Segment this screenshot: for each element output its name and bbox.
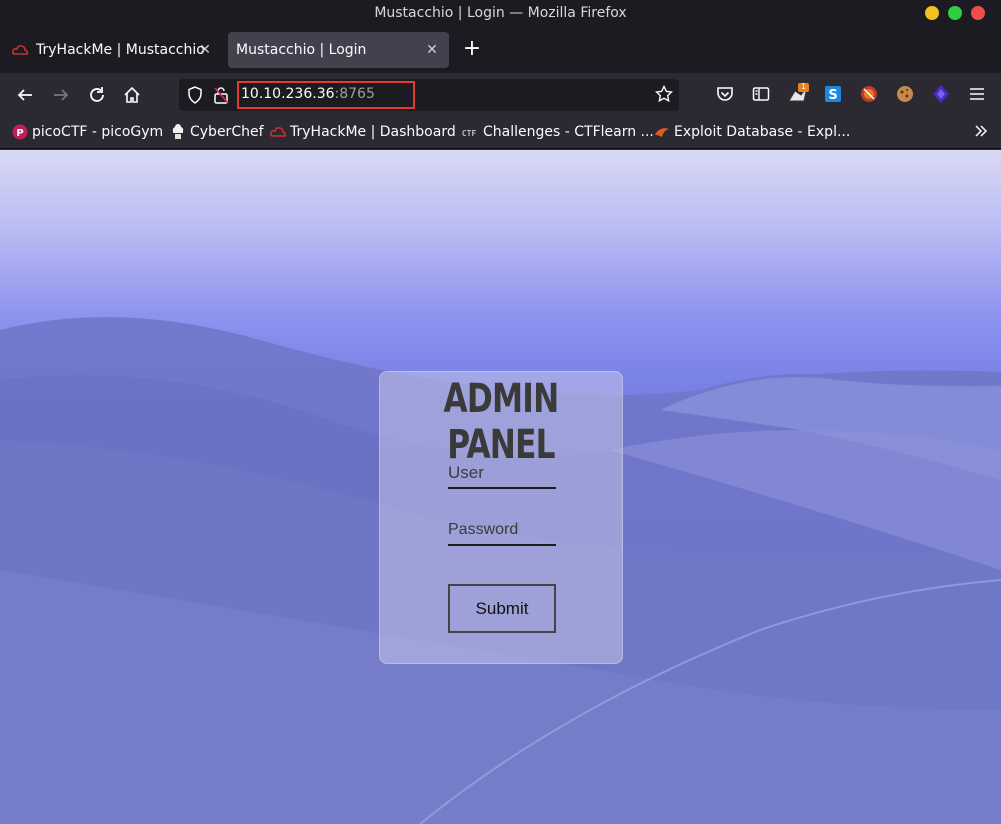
window-controls <box>925 6 985 20</box>
wappalyzer-icon[interactable] <box>930 83 952 105</box>
bookmarks-toolbar: P picoCTF - picoGym CyberChef TryHackMe … <box>0 117 1001 149</box>
bookmark-picoctf[interactable]: P picoCTF - picoGym <box>12 124 163 140</box>
bookmark-star-icon[interactable] <box>654 84 674 107</box>
picoctf-icon: P <box>12 124 28 140</box>
home-icon <box>124 86 140 103</box>
new-tab-button[interactable]: + <box>460 38 484 62</box>
bookmark-label: CyberChef <box>190 124 264 140</box>
bookmarks-overflow-chevron-icon[interactable] <box>973 123 989 144</box>
extension-s-icon[interactable]: S <box>822 83 844 105</box>
user-field <box>448 459 556 489</box>
exploitdb-icon <box>654 124 670 140</box>
cyberchef-icon <box>170 124 186 140</box>
svg-text:S: S <box>828 88 837 103</box>
back-button[interactable] <box>13 83 37 107</box>
reload-button[interactable] <box>85 83 109 107</box>
reload-icon <box>90 87 104 102</box>
bookmark-label: picoCTF - picoGym <box>32 124 164 140</box>
submit-button[interactable]: Submit <box>448 584 556 633</box>
extension-badge-count: 1 <box>801 82 807 91</box>
ctf-icon: CTF <box>459 124 479 140</box>
home-button[interactable] <box>120 83 144 107</box>
username-input[interactable] <box>448 459 556 487</box>
tab-label: Mustacchio | Login <box>236 42 367 58</box>
bookmark-label: Challenges - CTFlearn ... <box>483 124 654 140</box>
url-host: 10.10.236.36 <box>241 86 335 102</box>
back-arrow-icon <box>17 89 32 101</box>
tab-tryhackme-mustacchio[interactable]: TryHackMe | Mustacchio ✕ <box>6 32 222 68</box>
navigation-toolbar: 10.10.236.36:8765 1 S <box>0 73 1001 117</box>
tab-mustacchio-login[interactable]: Mustacchio | Login ✕ <box>228 32 449 68</box>
tracking-protection-shield-icon[interactable] <box>187 86 203 108</box>
page-viewport: ADMIN PANEL Submit <box>0 150 1001 824</box>
login-panel: ADMIN PANEL Submit <box>379 371 623 664</box>
window-titlebar: Mustacchio | Login — Mozilla Firefox <box>0 0 1001 28</box>
svg-text:CTF: CTF <box>462 129 477 138</box>
bookmark-exploit-database[interactable]: Exploit Database - Expl... <box>654 124 850 140</box>
svg-text:P: P <box>16 128 23 139</box>
maximize-button[interactable] <box>948 6 962 20</box>
hamburger-menu-icon[interactable] <box>966 83 988 105</box>
minimize-button[interactable] <box>925 6 939 20</box>
foxyproxy-extension-icon[interactable]: 1 <box>787 82 809 105</box>
close-tab-icon[interactable]: ✕ <box>196 41 214 59</box>
forward-arrow-icon <box>54 89 69 101</box>
close-window-button[interactable] <box>971 6 985 20</box>
panel-title: ADMIN PANEL <box>443 376 560 468</box>
bookmark-label: TryHackMe | Dashboard <box>290 124 456 140</box>
tab-label: TryHackMe | Mustacchio <box>36 42 205 58</box>
tab-strip: TryHackMe | Mustacchio ✕ Mustacchio | Lo… <box>0 28 1001 73</box>
pocket-icon[interactable] <box>714 83 736 105</box>
window-title: Mustacchio | Login — Mozilla Firefox <box>374 5 627 21</box>
tryhackme-icon <box>12 42 28 58</box>
forward-button[interactable] <box>49 83 73 107</box>
password-field <box>448 516 556 546</box>
close-tab-icon[interactable]: ✕ <box>423 41 441 59</box>
url-text[interactable]: 10.10.236.36:8765 <box>241 86 375 102</box>
cookie-editor-icon[interactable] <box>894 83 916 105</box>
bookmark-ctflearn[interactable]: CTF Challenges - CTFlearn ... <box>459 124 654 140</box>
insecure-lock-icon[interactable] <box>213 86 229 108</box>
tryhackme-icon <box>270 124 286 140</box>
url-port: :8765 <box>334 86 375 102</box>
bookmark-tryhackme-dashboard[interactable]: TryHackMe | Dashboard <box>270 124 456 140</box>
ublock-extension-icon[interactable] <box>858 83 880 105</box>
bookmark-label: Exploit Database - Expl... <box>674 124 851 140</box>
url-bar[interactable]: 10.10.236.36:8765 <box>179 79 679 111</box>
sidebar-icon[interactable] <box>750 83 772 105</box>
password-input[interactable] <box>448 516 556 544</box>
bookmark-cyberchef[interactable]: CyberChef <box>170 124 264 140</box>
